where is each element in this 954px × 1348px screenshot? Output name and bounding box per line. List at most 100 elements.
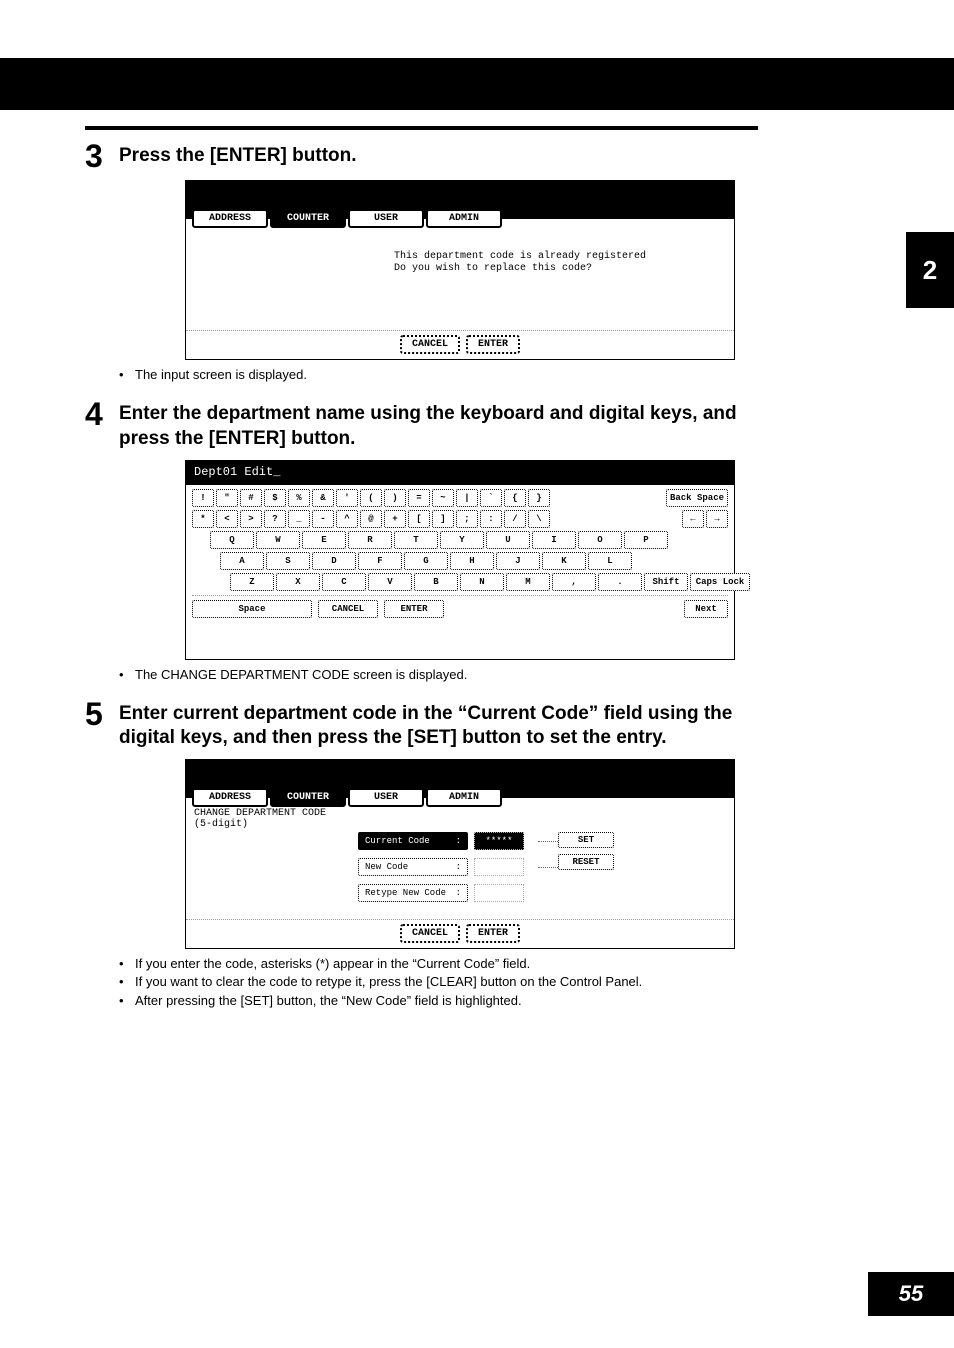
key[interactable]: ' <box>336 489 358 507</box>
key[interactable]: M <box>506 573 550 591</box>
key[interactable]: P <box>624 531 668 549</box>
key[interactable]: R <box>348 531 392 549</box>
key[interactable]: ! <box>192 489 214 507</box>
key[interactable]: + <box>384 510 406 528</box>
key[interactable]: = <box>408 489 430 507</box>
tab-user[interactable]: USER <box>348 788 424 807</box>
confirm-message-line2: Do you wish to replace this code? <box>394 263 646 275</box>
page-number: 55 <box>868 1272 954 1316</box>
key[interactable]: & <box>312 489 334 507</box>
tab-admin[interactable]: ADMIN <box>426 788 502 807</box>
key[interactable]: K <box>542 552 586 570</box>
key[interactable]: Q <box>210 531 254 549</box>
keyboard-row-1: ! " # $ % & ' ( ) = ~ | ` { } Back Space <box>192 489 728 507</box>
key[interactable]: ^ <box>336 510 358 528</box>
key[interactable]: < <box>216 510 238 528</box>
enter-button[interactable]: ENTER <box>466 924 520 943</box>
confirm-message-line1: This department code is already register… <box>394 251 646 263</box>
key[interactable]: _ <box>288 510 310 528</box>
key[interactable]: G <box>404 552 448 570</box>
key[interactable]: E <box>302 531 346 549</box>
key[interactable]: - <box>312 510 334 528</box>
key[interactable]: / <box>504 510 526 528</box>
key[interactable]: W <box>256 531 300 549</box>
key[interactable]: F <box>358 552 402 570</box>
tab-counter[interactable]: COUNTER <box>270 209 346 228</box>
step-4: 4 Enter the department name using the ke… <box>85 398 758 451</box>
retype-code-value[interactable] <box>474 884 524 902</box>
field-label-text: New Code <box>365 862 408 872</box>
tab-address[interactable]: ADDRESS <box>192 209 268 228</box>
key[interactable]: ; <box>456 510 478 528</box>
key[interactable]: B <box>414 573 458 591</box>
key[interactable]: # <box>240 489 262 507</box>
key[interactable]: S <box>266 552 310 570</box>
key[interactable]: Y <box>440 531 484 549</box>
key[interactable]: Z <box>230 573 274 591</box>
key[interactable]: ` <box>480 489 502 507</box>
key[interactable]: \ <box>528 510 550 528</box>
key[interactable]: V <box>368 573 412 591</box>
key[interactable]: | <box>456 489 478 507</box>
key[interactable]: C <box>322 573 366 591</box>
key[interactable]: J <box>496 552 540 570</box>
key[interactable]: , <box>552 573 596 591</box>
key[interactable]: A <box>220 552 264 570</box>
key[interactable]: * <box>192 510 214 528</box>
new-code-value[interactable] <box>474 858 524 876</box>
key[interactable]: ] <box>432 510 454 528</box>
keyboard-title: Dept01 Edit_ <box>186 461 734 485</box>
key[interactable]: I <box>532 531 576 549</box>
key[interactable]: : <box>480 510 502 528</box>
key[interactable]: > <box>240 510 262 528</box>
key[interactable]: H <box>450 552 494 570</box>
key[interactable]: ) <box>384 489 406 507</box>
key[interactable]: @ <box>360 510 382 528</box>
screenshot-keyboard: Dept01 Edit_ ! " # $ % & ' ( ) = ~ | ` {… <box>185 460 735 660</box>
shift-key[interactable]: Shift <box>644 573 688 591</box>
retype-code-row: Retype New Code : <box>358 884 524 902</box>
cancel-button[interactable]: CANCEL <box>400 335 460 354</box>
key[interactable]: ~ <box>432 489 454 507</box>
cancel-button[interactable]: CANCEL <box>400 924 460 943</box>
key[interactable]: . <box>598 573 642 591</box>
tab-row: ADDRESS COUNTER USER ADMIN <box>192 788 502 807</box>
key[interactable]: % <box>288 489 310 507</box>
capslock-key[interactable]: Caps Lock <box>690 573 750 591</box>
key[interactable]: " <box>216 489 238 507</box>
set-button[interactable]: SET <box>558 832 614 848</box>
key[interactable]: D <box>312 552 356 570</box>
tab-admin[interactable]: ADMIN <box>426 209 502 228</box>
reset-button[interactable]: RESET <box>558 854 614 870</box>
key[interactable]: N <box>460 573 504 591</box>
bullet-dot-icon: • <box>119 366 135 384</box>
key[interactable]: ( <box>360 489 382 507</box>
space-key[interactable]: Space <box>192 600 312 618</box>
key[interactable]: { <box>504 489 526 507</box>
key[interactable]: U <box>486 531 530 549</box>
key[interactable]: } <box>528 489 550 507</box>
arrow-right-key[interactable]: → <box>706 510 728 528</box>
enter-button[interactable]: ENTER <box>466 335 520 354</box>
key[interactable]: $ <box>264 489 286 507</box>
tab-address[interactable]: ADDRESS <box>192 788 268 807</box>
key[interactable]: O <box>578 531 622 549</box>
current-code-value[interactable]: ***** <box>474 832 524 850</box>
tab-user[interactable]: USER <box>348 209 424 228</box>
keyboard-cancel-button[interactable]: CANCEL <box>318 600 378 618</box>
confirm-message: This department code is already register… <box>394 251 646 275</box>
keyboard-body: ! " # $ % & ' ( ) = ~ | ` { } Back Space <box>186 485 734 622</box>
tab-counter[interactable]: COUNTER <box>270 788 346 807</box>
backspace-key[interactable]: Back Space <box>666 489 728 507</box>
key[interactable]: L <box>588 552 632 570</box>
key[interactable]: T <box>394 531 438 549</box>
next-key[interactable]: Next <box>684 600 728 618</box>
arrow-left-key[interactable]: ← <box>682 510 704 528</box>
keyboard-enter-button[interactable]: ENTER <box>384 600 444 618</box>
key[interactable]: ? <box>264 510 286 528</box>
bullet-text: The input screen is displayed. <box>135 366 307 384</box>
colon: : <box>456 862 461 872</box>
bullet-dot-icon: • <box>119 992 135 1010</box>
key[interactable]: X <box>276 573 320 591</box>
key[interactable]: [ <box>408 510 430 528</box>
